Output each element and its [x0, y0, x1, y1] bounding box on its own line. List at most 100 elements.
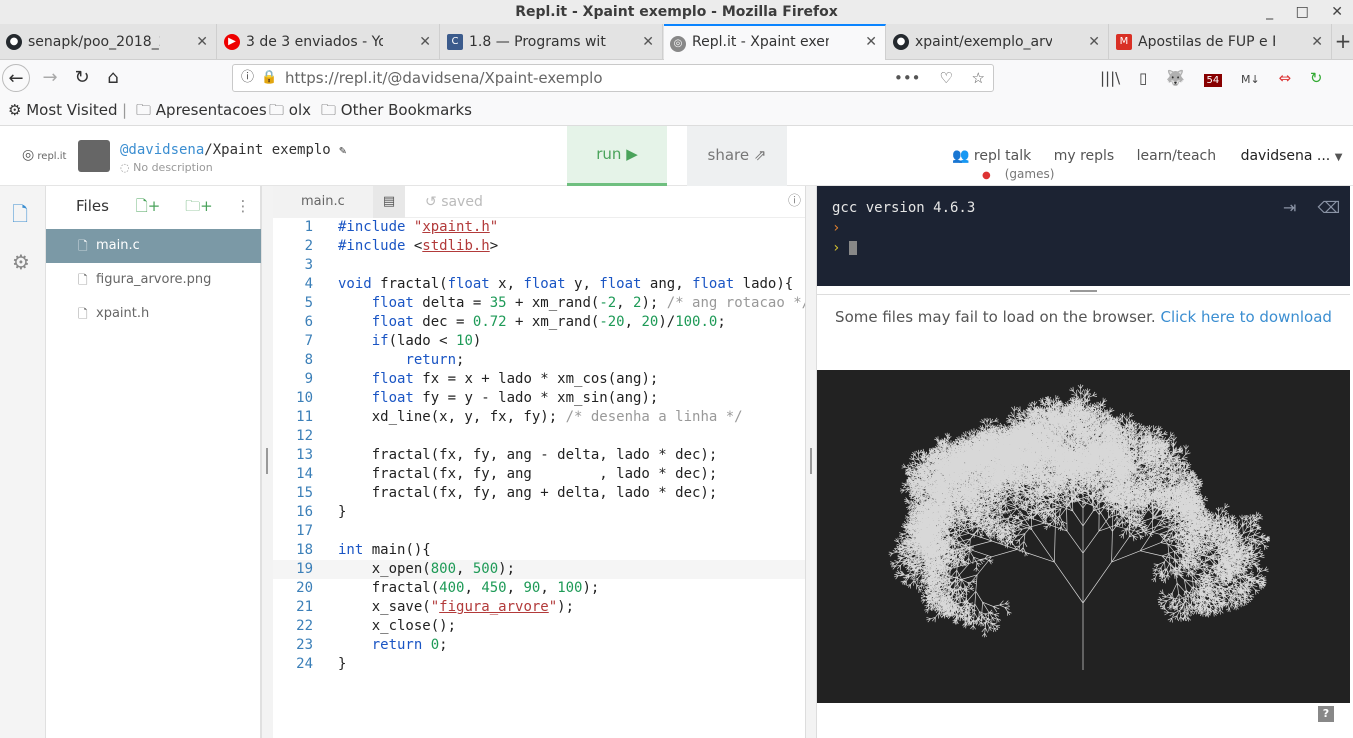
code-line[interactable]: 17 [273, 522, 805, 541]
code-line[interactable]: 7 if(lado < 10) [273, 332, 805, 351]
code-line[interactable]: 1 #include "xpaint.h" [273, 218, 805, 237]
bookmark-apresentacoes[interactable]: 🗀 Apresentacoes [136, 96, 267, 124]
repl-owner[interactable]: @davidsena [120, 142, 204, 158]
tab-close-icon[interactable]: ✕ [1088, 24, 1100, 60]
nav-learn-teach[interactable]: learn/teach [1137, 148, 1216, 164]
drag-handle[interactable] [266, 448, 268, 474]
tab-close-icon[interactable]: ✕ [642, 24, 654, 60]
drag-handle[interactable] [810, 448, 812, 474]
markdown-icon[interactable]: M↓ [1241, 73, 1260, 86]
minimize-icon[interactable]: _ [1266, 4, 1273, 20]
repl-title[interactable]: @davidsena/Xpaint exemplo ✎ [120, 141, 346, 159]
bookmark-other[interactable]: 🗀 Other Bookmarks [321, 96, 472, 124]
tab-replit[interactable]: ◎ Repl.it - Xpaint exemplo ✕ [664, 24, 886, 60]
close-window-icon[interactable]: ✕ [1331, 4, 1343, 20]
file-item-figura-arvore[interactable]: 🗋 figura_arvore.png [46, 263, 261, 297]
file-item-xpaint-h[interactable]: 🗋 xpaint.h [46, 297, 261, 331]
ublock-badge[interactable]: 54 [1203, 74, 1223, 87]
code-line[interactable]: 18 int main(){ [273, 541, 805, 560]
reload-icon[interactable]: ↻ [68, 64, 96, 92]
code-line[interactable]: 23 return 0; [273, 636, 805, 655]
games-link[interactable]: ● (games) [982, 167, 1054, 183]
run-button[interactable]: run ▶ [567, 126, 667, 186]
share-button[interactable]: share ⇗ [687, 126, 787, 186]
code-line[interactable]: 13 fractal(fx, fy, ang - delta, lado * d… [273, 446, 805, 465]
download-link[interactable]: Click here to download [1160, 308, 1331, 326]
panel-splitter[interactable] [805, 186, 817, 738]
sidebar-icon[interactable]: ▯ [1139, 69, 1147, 87]
nav-repl-talk[interactable]: repl talk [974, 148, 1031, 164]
code-area[interactable]: 1 #include "xpaint.h" 2 #include <stdlib.h>… [273, 218, 811, 674]
extension-icon[interactable]: 🐺 [1166, 69, 1185, 87]
code-line[interactable]: 8 return; [273, 351, 805, 370]
tab-programs[interactable]: C 1.8 — Programs with multiple files ✕ [441, 24, 663, 60]
code-line[interactable]: 11 xd_line(x, y, fx, fy); /* desenha a l… [273, 408, 805, 427]
avatar[interactable] [78, 140, 110, 172]
panel-splitter[interactable] [261, 186, 273, 738]
code-line[interactable]: 6 float dec = 0.72 + xm_rand(-20, 20)/10… [273, 313, 805, 332]
back-icon[interactable]: ← [2, 64, 30, 92]
info-icon[interactable]: ⓘ [788, 186, 801, 218]
youtube-icon: ▶ [224, 34, 240, 50]
expand-console-icon[interactable]: ⇥ [1283, 198, 1296, 217]
code-line[interactable]: 24} [273, 655, 805, 674]
tab-close-icon[interactable]: ✕ [196, 24, 208, 60]
home-icon[interactable]: ⌂ [99, 64, 127, 92]
file-menu-icon[interactable]: ▤ [373, 186, 405, 218]
code-line[interactable]: 22 x_close(); [273, 617, 805, 636]
clear-console-icon[interactable]: ⌫ [1318, 198, 1341, 217]
maximize-icon[interactable]: □ [1296, 4, 1309, 20]
files-icon[interactable]: 🗋 [12, 200, 28, 234]
tab-xpaint-github[interactable]: ● xpaint/exemplo_arvore ✕ [887, 24, 1109, 60]
editor-tab-main-c[interactable]: main.c ▤ [273, 186, 405, 218]
tab-senapk[interactable]: ● senapk/poo_2018_2 ✕ [0, 24, 217, 60]
window-controls[interactable]: _ □ ✕ [1248, 0, 1343, 24]
info-icon[interactable]: ⓘ [241, 65, 254, 91]
chevron-down-icon[interactable]: ▼ [1335, 152, 1343, 163]
page-actions-icon[interactable]: ••• [894, 69, 921, 87]
pocket-icon[interactable]: ♡ [939, 69, 952, 87]
tab-close-icon[interactable]: ✕ [1311, 24, 1323, 60]
code-line[interactable]: 16} [273, 503, 805, 522]
link-icon[interactable]: ⇔ [1279, 69, 1292, 87]
nav-my-repls[interactable]: my repls [1054, 148, 1115, 164]
tab-gmail[interactable]: M Apostilas de FUP e Python ✕ [1110, 24, 1332, 60]
settings-gear-icon[interactable]: ⚙ [12, 250, 30, 274]
code-line[interactable]: 2 #include <stdlib.h> [273, 237, 805, 256]
url-bar[interactable]: ⓘ 🔒 https://repl.it/@davidsena/Xpaint-ex… [232, 64, 994, 92]
code-line[interactable]: 21 x_save("figura_arvore"); [273, 598, 805, 617]
line-number: 5 [304, 295, 313, 311]
code-line[interactable]: 4 void fractal(float x, float y, float an… [273, 275, 805, 294]
forward-icon[interactable]: → [36, 64, 64, 92]
new-tab-button[interactable]: + [1333, 24, 1353, 60]
file-item-main-c[interactable]: 🗋 main.c [46, 229, 261, 263]
code-line[interactable]: 10 float fy = y - lado * xm_sin(ang); [273, 389, 805, 408]
code-line[interactable]: 3 [273, 256, 805, 275]
repl-description[interactable]: ◌ No description [120, 161, 213, 175]
tab-close-icon[interactable]: ✕ [865, 26, 877, 58]
code-line[interactable]: 5 float delta = 35 + xm_rand(-2, 2); /* … [273, 294, 811, 313]
edit-pencil-icon[interactable]: ✎ [339, 143, 346, 157]
resize-handle[interactable] [1070, 290, 1097, 292]
tab-close-icon[interactable]: ✕ [419, 24, 431, 60]
bookmark-olx[interactable]: 🗀 olx [269, 96, 311, 124]
tab-youtube[interactable]: ▶ 3 de 3 enviados - YouTube ✕ [218, 24, 440, 60]
bookmark-star-icon[interactable]: ☆ [972, 69, 985, 87]
code-line[interactable]: 15 fractal(fx, fy, ang + delta, lado * d… [273, 484, 805, 503]
bookmark-most-visited[interactable]: ⚙ Most Visited [8, 96, 118, 124]
console[interactable]: gcc version 4.6.3 › › [817, 186, 1350, 286]
replit-logo[interactable]: ◎ repl.it [22, 148, 66, 164]
help-button[interactable]: ? [1318, 706, 1334, 722]
new-file-icon[interactable]: 🗋+ [136, 197, 161, 215]
code-line[interactable]: 9 float fx = x + lado * xm_cos(ang); [273, 370, 805, 389]
url-text[interactable]: https://repl.it/@davidsena/Xpaint-exempl… [285, 69, 603, 87]
user-menu[interactable]: davidsena ... [1241, 148, 1331, 164]
sync-icon[interactable]: ↻ [1310, 69, 1323, 87]
code-line[interactable]: 12 [273, 427, 805, 446]
code-line[interactable]: 14 fractal(fx, fy, ang , lado * dec); [273, 465, 805, 484]
library-icon[interactable]: |||\ [1100, 69, 1120, 87]
more-options-icon[interactable]: ⋮ [235, 197, 250, 215]
new-folder-icon[interactable]: 🗀+ [185, 197, 213, 215]
code-line[interactable]: 20 fractal(400, 450, 90, 100); [273, 579, 805, 598]
code-line[interactable]: 19 x_open(800, 500); [273, 560, 805, 579]
